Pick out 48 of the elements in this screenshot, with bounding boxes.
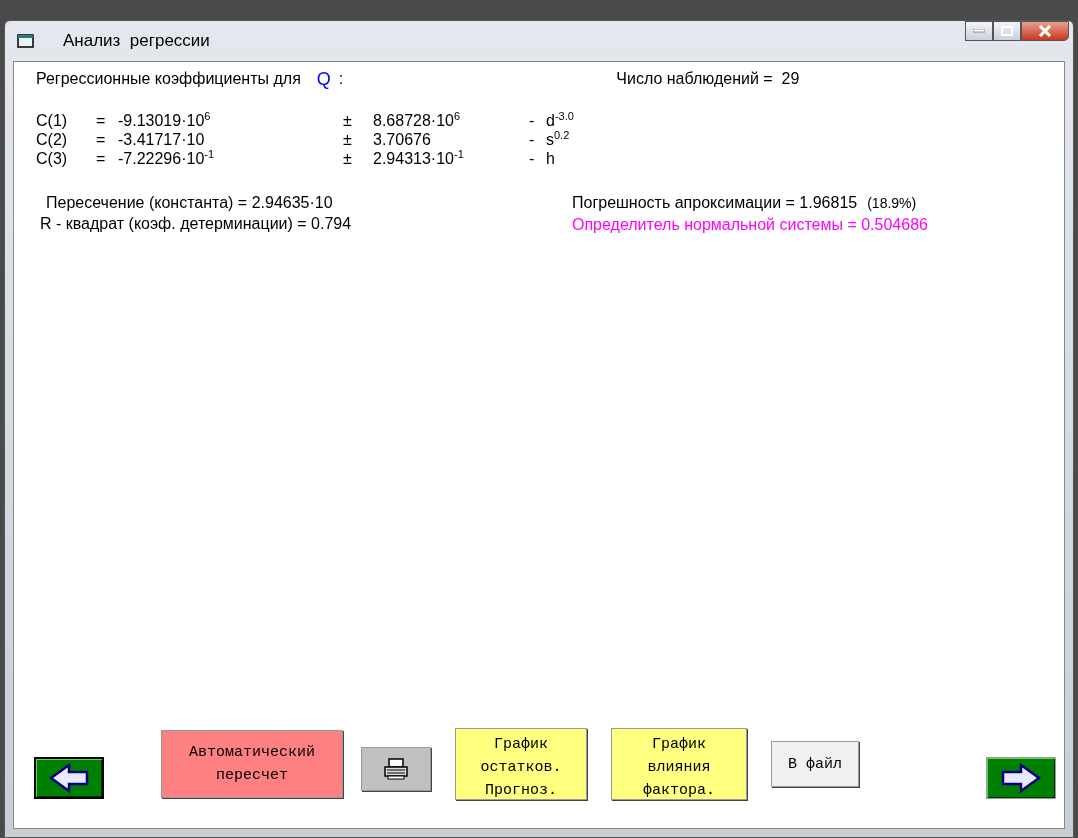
dash-text: - bbox=[529, 149, 536, 168]
variable-name: Q bbox=[316, 68, 331, 90]
coefficient-value: -9.13019·10$^{6}$ bbox=[118, 111, 212, 130]
equals-sign: = bbox=[96, 149, 107, 168]
determinant-text: Определитель нормальной системы = 0.504686 bbox=[572, 215, 928, 235]
plus-minus-sign: ± bbox=[343, 149, 353, 168]
coefficient-name: C(1) bbox=[36, 111, 69, 130]
action-button[interactable]: Автоматический пересчет bbox=[161, 730, 343, 798]
plus-minus-sign: ± bbox=[343, 111, 353, 130]
coefficient-value: -7.22296·10$^{-1}$ bbox=[118, 149, 216, 168]
close-icon bbox=[1038, 25, 1052, 37]
action-button[interactable]: В файл bbox=[771, 741, 859, 787]
colon-text: : bbox=[338, 70, 344, 88]
factor-name: s$^{0.2}$ bbox=[546, 130, 571, 149]
window-title: Анализ регрессии bbox=[63, 31, 210, 51]
dash-text: - bbox=[529, 111, 536, 130]
action-button[interactable]: График влияния фактора. bbox=[611, 728, 747, 800]
print-button[interactable] bbox=[361, 747, 431, 791]
action-button[interactable]: График остатков. Прогноз. bbox=[455, 728, 587, 800]
maximize-icon bbox=[1001, 26, 1013, 36]
intercept-text: Пересечение (константа) = 2.94635·10 bbox=[45, 193, 334, 213]
approximation-percent: (18.9%) bbox=[867, 194, 917, 213]
coefficient-value: -3.41717·10 bbox=[118, 130, 206, 149]
minimize-icon bbox=[973, 29, 985, 33]
close-button[interactable] bbox=[1021, 21, 1069, 41]
dash-text: - bbox=[529, 130, 536, 149]
r-squared-text: R - квадрат (коэф. детерминации) = 0.794 bbox=[40, 214, 353, 234]
minimize-button[interactable] bbox=[965, 21, 993, 41]
factor-name: h bbox=[546, 149, 556, 168]
arrow-icon bbox=[47, 763, 91, 793]
app-icon bbox=[17, 34, 35, 48]
back-button[interactable] bbox=[34, 757, 104, 799]
plus-minus-sign: ± bbox=[343, 130, 353, 149]
coefficient-error: 3.70676 bbox=[373, 130, 432, 149]
coefficient-name: C(3) bbox=[36, 149, 69, 168]
arrow-icon bbox=[999, 763, 1043, 793]
coefficient-error: 8.68728·10$^{6}$ bbox=[373, 111, 462, 130]
approximation-error-text: Погрешность апроксимации = 1.96815 bbox=[572, 193, 858, 213]
maximize-button[interactable] bbox=[993, 21, 1021, 41]
factor-name: d$^{-3.0}$ bbox=[546, 111, 575, 130]
equals-sign: = bbox=[96, 130, 107, 149]
observations-count: Число наблюдений = 29 bbox=[616, 70, 800, 88]
printer-icon bbox=[383, 758, 409, 780]
coefficient-error: 2.94313·10$^{-1}$ bbox=[373, 149, 465, 168]
forward-button[interactable] bbox=[986, 757, 1056, 799]
coefficients-heading: Регрессионные коэффициенты для bbox=[36, 70, 301, 88]
coefficient-name: C(2) bbox=[36, 130, 69, 149]
equals-sign: = bbox=[96, 111, 107, 130]
